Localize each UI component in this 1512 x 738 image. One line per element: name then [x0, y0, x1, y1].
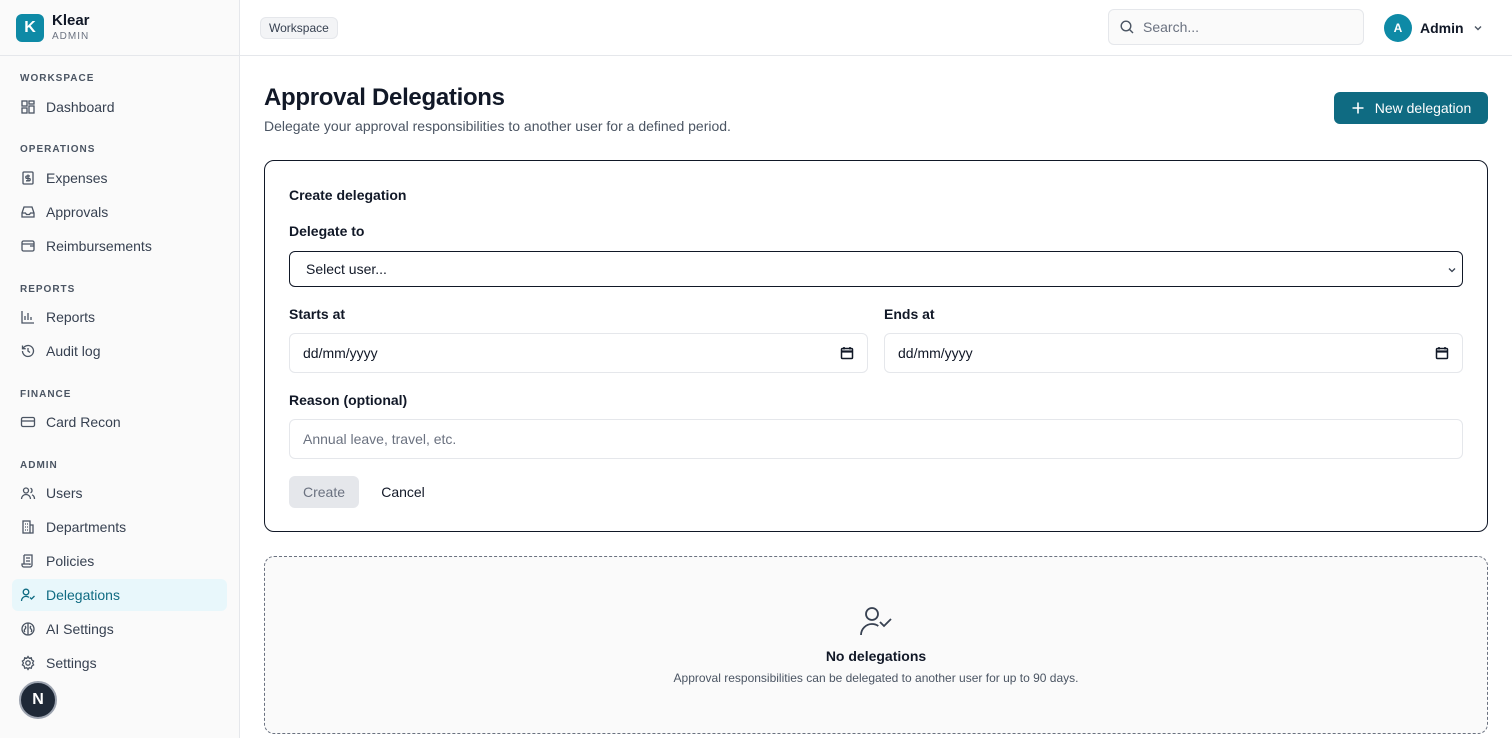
form-title: Create delegation [289, 187, 407, 203]
starts-at-value: dd/mm/yyyy [303, 345, 378, 361]
sidebar-item-reports[interactable]: Reports [12, 301, 227, 333]
sidebar-item-label: Departments [46, 519, 127, 535]
ends-at-input[interactable]: dd/mm/yyyy [884, 333, 1463, 373]
breadcrumb[interactable]: Workspace [260, 17, 338, 39]
sidebar-item-label: Reports [46, 309, 96, 325]
empty-state: No delegations Approval responsibilities… [264, 556, 1488, 734]
sidebar-item-label: Users [46, 485, 83, 501]
avatar: A [1384, 14, 1412, 42]
user-check-icon [859, 605, 893, 642]
sidebar-item-label: Approvals [46, 204, 109, 220]
delegate-to-label: Delegate to [289, 223, 365, 239]
empty-state-title: No delegations [825, 648, 927, 664]
create-delegation-form: Create delegation Delegate to Select use… [264, 160, 1488, 532]
main-content: Approval Delegations Delegate your appro… [240, 56, 1512, 738]
brand[interactable]: K Klear ADMIN [0, 0, 239, 56]
section-label-workspace: WORKSPACE [20, 73, 95, 84]
search-input[interactable] [1143, 19, 1343, 35]
sidebar: K Klear ADMIN WORKSPACE Dashboard OPERAT… [0, 0, 240, 738]
sidebar-item-reimbursements[interactable]: Reimbursements [12, 230, 227, 262]
user-name: Admin [1420, 20, 1464, 36]
calendar-icon[interactable] [840, 346, 854, 363]
sidebar-item-label: Expenses [46, 170, 108, 186]
search-box[interactable] [1108, 9, 1364, 45]
users-icon [20, 485, 36, 501]
sidebar-item-label: AI Settings [46, 621, 114, 637]
user-menu[interactable]: A Admin [1384, 14, 1484, 42]
cancel-button[interactable]: Cancel [369, 476, 437, 508]
user-check-icon [20, 587, 36, 603]
section-label-admin: ADMIN [20, 460, 58, 471]
starts-at-input[interactable]: dd/mm/yyyy [289, 333, 868, 373]
ends-at-value: dd/mm/yyyy [898, 345, 973, 361]
sidebar-item-dashboard[interactable]: Dashboard [12, 91, 227, 123]
sidebar-item-settings[interactable]: Settings [12, 647, 227, 679]
ends-at-label: Ends at [884, 306, 935, 322]
sidebar-item-label: Reimbursements [46, 238, 152, 254]
sidebar-item-label: Policies [46, 553, 95, 569]
building-icon [20, 519, 36, 535]
page-subtitle: Delegate your approval responsibilities … [264, 118, 731, 134]
credit-card-icon [20, 414, 36, 430]
chevron-down-icon [1446, 263, 1458, 279]
starts-at-label: Starts at [289, 306, 346, 322]
delegate-to-select[interactable]: Select user... [289, 251, 1463, 287]
chevron-down-icon [1472, 22, 1484, 34]
receipt-icon [20, 170, 36, 186]
gear-icon [20, 655, 36, 671]
sidebar-item-policies[interactable]: Policies [12, 545, 227, 577]
dashboard-icon [20, 99, 36, 115]
sidebar-item-label: Audit log [46, 343, 101, 359]
brand-logo: K [16, 13, 44, 42]
sidebar-item-label: Delegations [46, 587, 120, 603]
create-button[interactable]: Create [289, 476, 359, 508]
sidebar-item-label: Settings [46, 655, 97, 671]
brain-icon [20, 621, 36, 637]
history-icon [20, 343, 36, 359]
sidebar-item-label: Dashboard [46, 99, 115, 115]
sidebar-item-expenses[interactable]: Expenses [12, 162, 227, 194]
brand-text: Klear ADMIN [52, 13, 90, 42]
reason-input[interactable] [289, 419, 1463, 459]
inbox-icon [20, 204, 36, 220]
search-icon [1119, 19, 1135, 35]
section-label-reports: REPORTS [20, 284, 76, 295]
topbar: Workspace A Admin [240, 0, 1512, 56]
sidebar-item-delegations[interactable]: Delegations [12, 579, 227, 611]
section-label-finance: FINANCE [20, 389, 72, 400]
sidebar-item-departments[interactable]: Departments [12, 511, 227, 543]
scroll-icon [20, 553, 36, 569]
wallet-icon [20, 238, 36, 254]
sidebar-item-card-recon[interactable]: Card Recon [12, 406, 227, 438]
calendar-icon[interactable] [1435, 346, 1449, 363]
sidebar-item-audit-log[interactable]: Audit log [12, 335, 227, 367]
sidebar-item-ai-settings[interactable]: AI Settings [12, 613, 227, 645]
brand-name: Klear [52, 12, 90, 29]
sidebar-item-label: Card Recon [46, 414, 121, 430]
delegate-to-value: Select user... [306, 261, 387, 277]
sidebar-item-approvals[interactable]: Approvals [12, 196, 227, 228]
bar-chart-icon [20, 309, 36, 325]
plus-icon [1351, 101, 1365, 115]
page-title: Approval Delegations [264, 84, 505, 111]
floating-action-button[interactable]: N [19, 681, 57, 719]
section-label-operations: OPERATIONS [20, 144, 96, 155]
empty-state-subtitle: Approval responsibilities can be delegat… [673, 671, 1079, 685]
sidebar-item-users[interactable]: Users [12, 477, 227, 509]
new-delegation-button[interactable]: New delegation [1334, 92, 1488, 124]
new-delegation-label: New delegation [1374, 100, 1472, 116]
brand-subtitle: ADMIN [52, 31, 90, 42]
reason-label: Reason (optional) [289, 392, 408, 408]
